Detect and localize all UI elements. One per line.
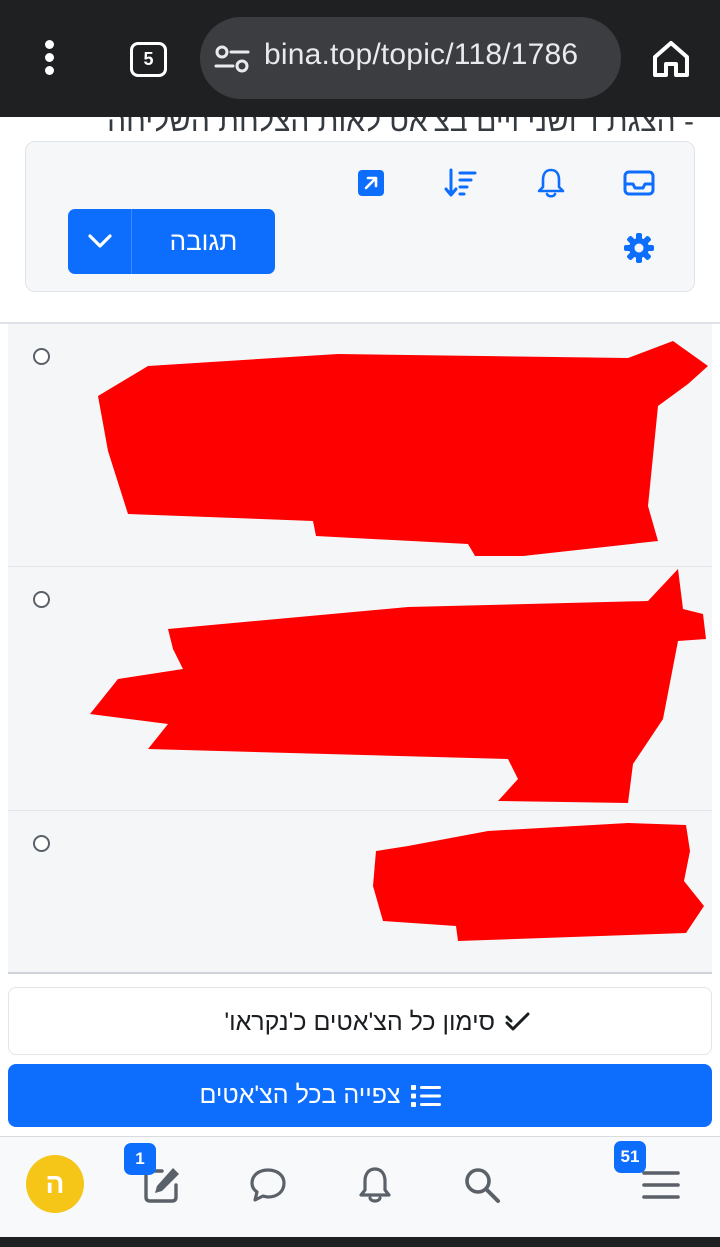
chat-select-radio[interactable]	[33, 835, 50, 852]
open-external-icon[interactable]	[354, 166, 388, 200]
system-nav-strip	[0, 1237, 720, 1247]
page-content: - הצגת ו' ושני ויים בצ'אט לאות הצלחת השל…	[0, 117, 720, 1237]
double-check-icon	[505, 1012, 530, 1031]
hamburger-menu-icon[interactable]	[641, 1165, 681, 1205]
bottom-nav: ה 1 51	[0, 1136, 720, 1237]
chat-item[interactable]	[8, 324, 712, 567]
topic-title: - הצגת ו' ושני ויים בצ'אט לאות הצלחת השל…	[107, 117, 694, 138]
tabs-button[interactable]: 5	[130, 42, 167, 77]
redacted-content	[373, 823, 704, 941]
reply-button[interactable]: תגובה	[68, 209, 275, 274]
chat-select-radio[interactable]	[33, 591, 50, 608]
gear-icon[interactable]	[622, 231, 656, 265]
menu-dots-icon[interactable]	[36, 38, 64, 78]
url-text[interactable]: bina.top/topic/118/1786	[264, 38, 578, 72]
browser-toolbar: 5 bina.top/topic/118/1786	[0, 0, 720, 117]
topic-toolbar: תגובה	[25, 141, 695, 292]
mark-all-read-button[interactable]: סימון כל הצ'אטים כ'נקראו'	[8, 987, 712, 1055]
mark-all-read-content: סימון כל הצ'אטים כ'נקראו'	[224, 988, 531, 1056]
bell-icon[interactable]	[534, 166, 568, 200]
redacted-content	[90, 569, 706, 803]
inbox-icon[interactable]	[622, 166, 656, 200]
reply-options-toggle[interactable]	[68, 209, 132, 274]
mark-all-read-label: סימון כל הצ'אטים כ'נקראו'	[224, 1007, 495, 1036]
search-icon[interactable]	[462, 1165, 502, 1205]
chat-item[interactable]	[8, 811, 712, 971]
chat-select-radio[interactable]	[33, 348, 50, 365]
menu-badge: 51	[614, 1141, 646, 1173]
view-all-chats-button[interactable]: צפייה בכל הצ'אטים	[8, 1064, 712, 1127]
list-icon	[410, 1084, 441, 1107]
list-divider	[8, 972, 712, 974]
reply-label: תגובה	[169, 226, 238, 256]
view-all-chats-content: צפייה בכל הצ'אטים	[8, 1064, 712, 1127]
chat-item[interactable]	[8, 567, 712, 811]
redacted-content	[98, 341, 708, 556]
view-all-chats-label: צפייה בכל הצ'אטים	[199, 1081, 401, 1109]
chat-list	[8, 324, 712, 974]
site-settings-icon[interactable]	[214, 44, 250, 74]
chevron-down-icon	[88, 234, 112, 248]
avatar[interactable]: ה	[26, 1155, 84, 1213]
compose-badge: 1	[124, 1143, 156, 1175]
chat-icon[interactable]	[248, 1165, 288, 1205]
bell-icon[interactable]	[355, 1165, 395, 1205]
sort-icon[interactable]	[444, 166, 478, 200]
home-icon[interactable]	[650, 38, 692, 80]
